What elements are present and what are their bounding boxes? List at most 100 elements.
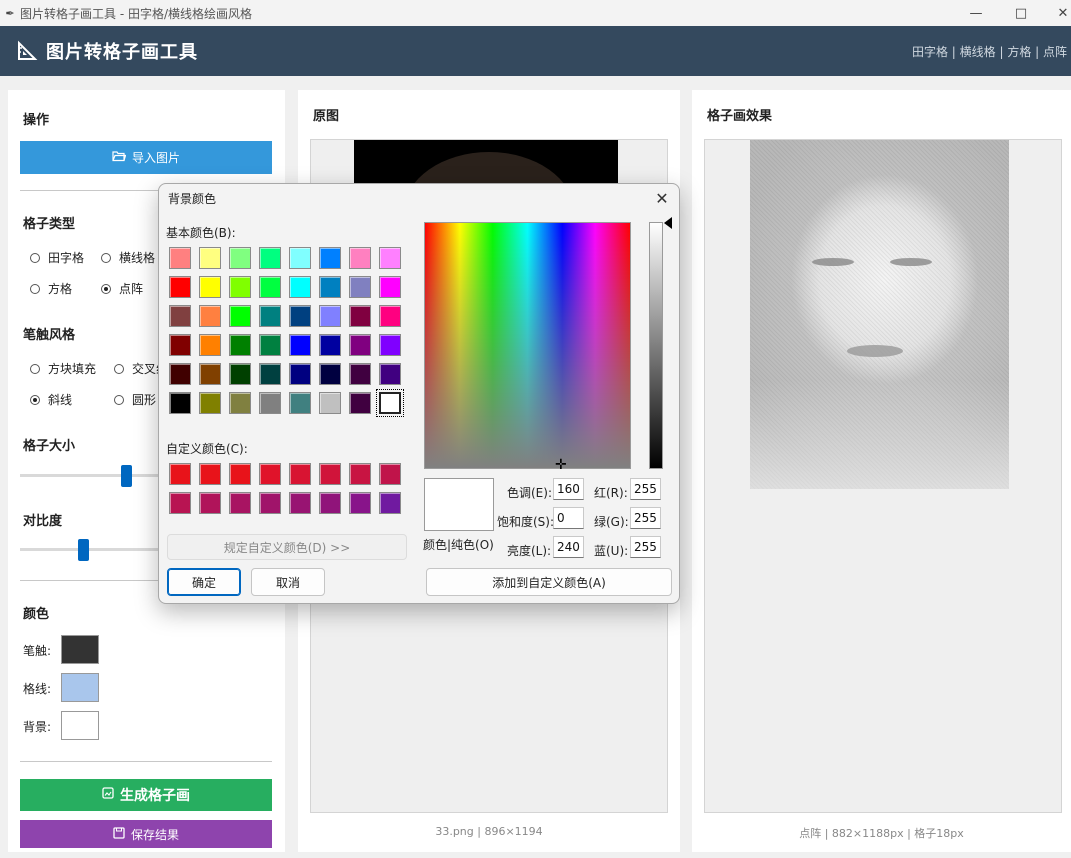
maximize-button[interactable]: □ bbox=[998, 0, 1044, 26]
color-swatch[interactable] bbox=[379, 276, 401, 298]
define-custom-colors-button[interactable]: 规定自定义颜色(D) >> bbox=[167, 534, 407, 560]
color-spectrum[interactable] bbox=[424, 222, 631, 469]
color-swatch[interactable] bbox=[319, 247, 341, 269]
color-swatch[interactable] bbox=[379, 334, 401, 356]
cancel-button[interactable]: 取消 bbox=[251, 568, 325, 596]
color-swatch[interactable] bbox=[319, 276, 341, 298]
save-button[interactable]: 保存结果 bbox=[20, 820, 272, 848]
color-swatch[interactable] bbox=[169, 463, 191, 485]
color-swatch[interactable] bbox=[319, 463, 341, 485]
ok-button[interactable]: 确定 bbox=[167, 568, 241, 596]
luminance-arrow-icon[interactable] bbox=[664, 217, 672, 229]
color-swatch[interactable] bbox=[169, 392, 191, 414]
color-swatch[interactable] bbox=[169, 492, 191, 514]
grid-type-radio-hengxian[interactable]: 横线格 bbox=[101, 249, 155, 266]
grid-color-swatch[interactable] bbox=[61, 673, 99, 702]
grid-type-radio-dianzhen[interactable]: 点阵 bbox=[101, 280, 143, 297]
sat-field[interactable]: 0 bbox=[553, 507, 584, 529]
color-swatch[interactable] bbox=[259, 363, 281, 385]
blue-field[interactable]: 255 bbox=[630, 536, 661, 558]
stroke-radio-block[interactable]: 方块填充 bbox=[30, 360, 96, 377]
bg-color-label: 背景: bbox=[23, 720, 52, 734]
color-swatch[interactable] bbox=[349, 305, 371, 327]
color-swatch[interactable] bbox=[379, 492, 401, 514]
color-swatch[interactable] bbox=[169, 363, 191, 385]
stroke-radio-diagonal[interactable]: 斜线 bbox=[30, 391, 72, 408]
red-field[interactable]: 255 bbox=[630, 478, 661, 500]
import-image-button[interactable]: 导入图片 bbox=[20, 141, 272, 174]
lum-field[interactable]: 240 bbox=[553, 536, 584, 558]
color-swatch[interactable] bbox=[289, 392, 311, 414]
color-swatch[interactable] bbox=[376, 389, 404, 417]
color-swatch[interactable] bbox=[319, 305, 341, 327]
green-field[interactable]: 255 bbox=[630, 507, 661, 529]
color-swatch[interactable] bbox=[319, 392, 341, 414]
color-swatch[interactable] bbox=[199, 334, 221, 356]
slider-thumb[interactable] bbox=[121, 465, 132, 487]
color-swatch[interactable] bbox=[259, 392, 281, 414]
color-swatch[interactable] bbox=[289, 247, 311, 269]
color-swatch[interactable] bbox=[349, 392, 371, 414]
minimize-button[interactable]: — bbox=[953, 0, 999, 26]
color-swatch[interactable] bbox=[199, 392, 221, 414]
color-swatch[interactable] bbox=[259, 276, 281, 298]
color-swatch[interactable] bbox=[199, 363, 221, 385]
image-icon bbox=[102, 787, 114, 803]
color-swatch[interactable] bbox=[259, 463, 281, 485]
window-close-button[interactable]: ✕ bbox=[1040, 0, 1071, 26]
window-title: 图片转格子画工具 - 田字格/横线格绘画风格 bbox=[20, 6, 253, 21]
color-swatch[interactable] bbox=[349, 492, 371, 514]
color-swatch[interactable] bbox=[229, 334, 251, 356]
color-swatch[interactable] bbox=[229, 276, 251, 298]
color-swatch[interactable] bbox=[349, 276, 371, 298]
color-swatch[interactable] bbox=[199, 247, 221, 269]
color-swatch[interactable] bbox=[349, 463, 371, 485]
color-swatch[interactable] bbox=[289, 334, 311, 356]
color-swatch[interactable] bbox=[259, 334, 281, 356]
color-swatch[interactable] bbox=[319, 363, 341, 385]
luminance-bar[interactable] bbox=[649, 222, 663, 469]
hue-field[interactable]: 160 bbox=[553, 478, 584, 500]
color-swatch[interactable] bbox=[349, 334, 371, 356]
dialog-close-icon[interactable]: ✕ bbox=[651, 187, 673, 209]
color-swatch[interactable] bbox=[289, 463, 311, 485]
add-to-custom-colors-button[interactable]: 添加到自定义颜色(A) bbox=[426, 568, 672, 596]
color-swatch[interactable] bbox=[379, 305, 401, 327]
color-swatch[interactable] bbox=[319, 334, 341, 356]
grid-type-radio-tianzige[interactable]: 田字格 bbox=[30, 249, 84, 266]
stroke-radio-circle[interactable]: 圆形 bbox=[114, 391, 156, 408]
color-swatch[interactable] bbox=[229, 305, 251, 327]
color-swatch[interactable] bbox=[259, 492, 281, 514]
color-swatch[interactable] bbox=[259, 305, 281, 327]
color-swatch[interactable] bbox=[379, 363, 401, 385]
color-swatch[interactable] bbox=[169, 276, 191, 298]
bg-color-swatch[interactable] bbox=[61, 711, 99, 740]
color-swatch[interactable] bbox=[289, 363, 311, 385]
stroke-color-swatch[interactable] bbox=[61, 635, 99, 664]
color-swatch[interactable] bbox=[169, 334, 191, 356]
color-swatch[interactable] bbox=[169, 247, 191, 269]
color-swatch[interactable] bbox=[199, 276, 221, 298]
color-swatch[interactable] bbox=[289, 492, 311, 514]
color-swatch[interactable] bbox=[199, 492, 221, 514]
color-swatch[interactable] bbox=[349, 363, 371, 385]
slider-thumb[interactable] bbox=[78, 539, 89, 561]
generate-button[interactable]: 生成格子画 bbox=[20, 779, 272, 811]
color-swatch[interactable] bbox=[319, 492, 341, 514]
color-swatch[interactable] bbox=[229, 247, 251, 269]
dialog-title: 背景颜色 bbox=[168, 192, 217, 206]
color-swatch[interactable] bbox=[349, 247, 371, 269]
grid-type-radio-fangge[interactable]: 方格 bbox=[30, 280, 72, 297]
color-swatch[interactable] bbox=[289, 276, 311, 298]
color-swatch[interactable] bbox=[229, 392, 251, 414]
color-swatch[interactable] bbox=[259, 247, 281, 269]
color-swatch[interactable] bbox=[199, 305, 221, 327]
color-swatch[interactable] bbox=[289, 305, 311, 327]
color-swatch[interactable] bbox=[169, 305, 191, 327]
color-swatch[interactable] bbox=[379, 463, 401, 485]
color-swatch[interactable] bbox=[199, 463, 221, 485]
color-swatch[interactable] bbox=[229, 363, 251, 385]
color-swatch[interactable] bbox=[229, 492, 251, 514]
color-swatch[interactable] bbox=[229, 463, 251, 485]
color-swatch[interactable] bbox=[379, 247, 401, 269]
